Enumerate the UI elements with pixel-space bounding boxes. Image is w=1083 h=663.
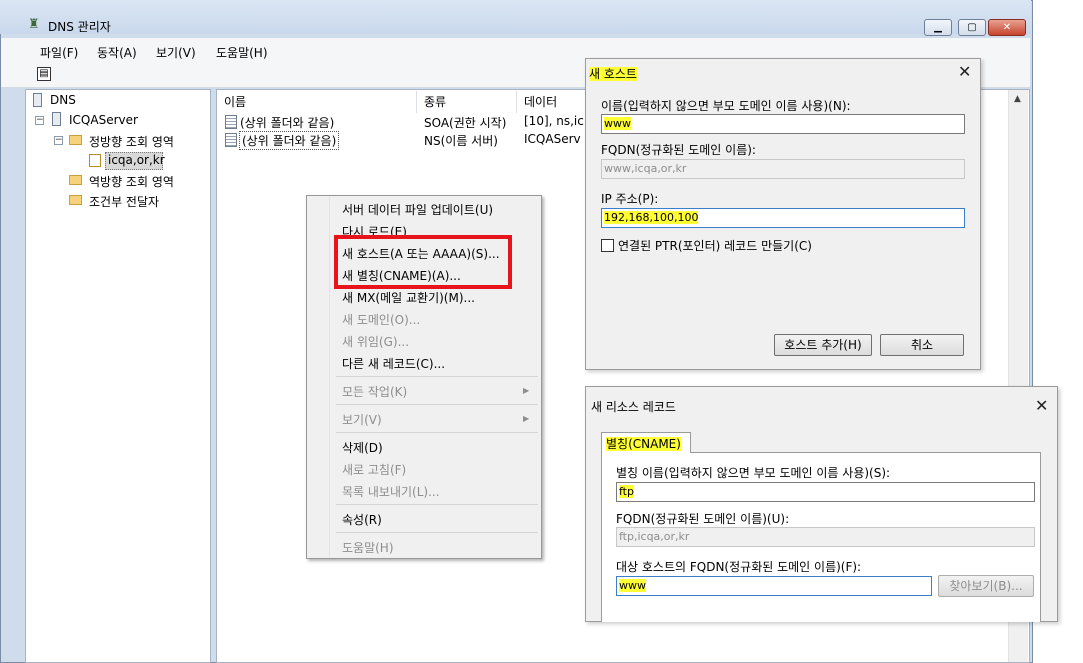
menu-separator xyxy=(336,376,538,377)
column-divider[interactable] xyxy=(516,91,517,113)
menu-refresh: 새로 고침(F) xyxy=(342,463,407,477)
record-icon xyxy=(225,133,237,147)
alias-fqdn-field: ftp,icqa,or,kr xyxy=(616,527,1035,547)
menu-all-tasks: 모든 작업(K) xyxy=(342,385,408,399)
scroll-up-icon[interactable]: ▲ xyxy=(1014,94,1021,104)
ip-address-input[interactable]: 192,168,100,100 xyxy=(601,208,965,228)
menu-new-mx[interactable]: 새 MX(메일 교환기)(M)... xyxy=(342,289,475,306)
collapse-icon[interactable]: − xyxy=(35,116,44,125)
folder-icon xyxy=(69,195,82,205)
record-name[interactable]: (상위 폴더와 같음) xyxy=(239,131,340,150)
submenu-arrow-icon: ▶ xyxy=(523,386,530,395)
menu-properties[interactable]: 속성(R) xyxy=(342,511,382,528)
tab-cname-label: 별칭(CNAME) xyxy=(606,435,681,452)
dialog-close-icon[interactable]: ✕ xyxy=(958,64,971,80)
tab-cname-text: 별칭(CNAME) xyxy=(606,437,681,451)
host-name-input[interactable]: www xyxy=(601,114,965,134)
window-title: DNS 관리자 xyxy=(48,20,111,34)
properties-icon[interactable]: ▤ xyxy=(37,67,51,81)
menu-export-list: 목록 내보내기(L)... xyxy=(342,485,440,499)
target-fqdn-value: www xyxy=(619,579,646,592)
ip-address-label: IP 주소(P): xyxy=(601,192,659,206)
record-data: ICQAServ xyxy=(524,132,581,146)
column-header-type[interactable]: 종류 xyxy=(424,93,446,110)
record-type: SOA(권한 시작) xyxy=(424,116,507,130)
column-header-name[interactable]: 이름 xyxy=(224,93,246,110)
target-fqdn-input[interactable]: www xyxy=(616,576,932,596)
alias-name-input[interactable]: ftp xyxy=(616,482,1035,502)
minimize-button[interactable]: ▁ xyxy=(924,19,952,36)
host-name-label: 이름(입력하지 않으면 부모 도메인 이름 사용)(N): xyxy=(601,99,851,113)
record-data: [10], ns,ic xyxy=(524,114,584,128)
menu-gutter xyxy=(329,197,330,557)
fqdn-field: www,icqa,or,kr xyxy=(601,159,965,179)
maximize-button[interactable]: ▢ xyxy=(958,19,986,36)
ip-address-value: 192,168,100,100 xyxy=(604,211,699,224)
close-button[interactable]: ✕ xyxy=(988,19,1026,36)
tree-node-forward-zone[interactable]: 정방향 조회 영역 xyxy=(89,133,174,150)
ptr-record-label[interactable]: 연결된 PTR(포인터) 레코드 만들기(C) xyxy=(618,237,812,254)
collapse-icon[interactable]: − xyxy=(54,136,63,145)
dns-root-icon xyxy=(33,93,42,107)
alias-name-label: 별칭 이름(입력하지 않으면 부모 도메인 이름 사용)(S): xyxy=(616,466,891,480)
menu-view[interactable]: 보기(V) xyxy=(156,44,196,61)
ptr-record-checkbox[interactable] xyxy=(601,239,614,252)
column-header-data[interactable]: 데이터 xyxy=(524,93,557,110)
tree-node-server[interactable]: ICQAServer xyxy=(69,113,138,127)
title-bar[interactable] xyxy=(0,0,1031,34)
record-name[interactable]: (상위 폴더와 같음) xyxy=(240,114,334,131)
tree-node-conditional-forwarders[interactable]: 조건부 전달자 xyxy=(89,193,159,210)
menu-separator xyxy=(336,404,538,405)
menu-new-domain: 새 도메인(O)... xyxy=(342,313,421,327)
annotation-highlight-box xyxy=(334,235,512,289)
menu-separator xyxy=(336,504,538,505)
dialog-close-icon[interactable]: ✕ xyxy=(1035,398,1048,414)
dialog-title: 새 호스트 xyxy=(589,65,637,82)
menu-help: 도움말(H) xyxy=(342,541,394,555)
fqdn-label: FQDN(정규화된 도메인 이름): xyxy=(601,143,756,157)
alias-name-value: ftp xyxy=(619,485,634,498)
menu-update-server-data-file[interactable]: 서버 데이터 파일 업데이트(U) xyxy=(342,201,493,218)
record-icon xyxy=(225,115,237,129)
tree-node-dns[interactable]: DNS xyxy=(50,93,76,107)
target-fqdn-label: 대상 호스트의 FQDN(정규화된 도메인 이름)(F): xyxy=(616,560,862,574)
column-divider[interactable] xyxy=(416,91,417,113)
menu-action[interactable]: 동작(A) xyxy=(97,44,137,61)
submenu-arrow-icon: ▶ xyxy=(523,414,530,423)
dialog-title-text: 새 호스트 xyxy=(589,67,637,81)
tree-node-reverse-zone[interactable]: 역방향 조회 영역 xyxy=(89,173,174,190)
host-name-value: www xyxy=(604,117,631,130)
menu-view: 보기(V) xyxy=(342,413,382,427)
menu-file[interactable]: 파일(F) xyxy=(40,44,78,61)
tree-node-zone[interactable]: icqa,or,kr xyxy=(108,153,165,167)
menu-new-delegation: 새 위임(G)... xyxy=(342,335,410,349)
zone-icon xyxy=(89,154,101,167)
menu-separator xyxy=(336,432,538,433)
alias-fqdn-label: FQDN(정규화된 도메인 이름)(U): xyxy=(616,512,790,526)
menu-help[interactable]: 도움말(H) xyxy=(216,44,268,61)
dns-app-icon: ♜ xyxy=(28,17,40,32)
browse-button[interactable]: 찾아보기(B)... xyxy=(938,575,1034,597)
folder-icon xyxy=(69,135,82,145)
dialog-title: 새 리소스 레코드 xyxy=(591,400,676,414)
folder-icon xyxy=(69,175,82,185)
cancel-button[interactable]: 취소 xyxy=(880,334,964,356)
menu-delete[interactable]: 삭제(D) xyxy=(342,439,383,456)
add-host-button[interactable]: 호스트 추가(H) xyxy=(774,334,872,356)
record-type: NS(이름 서버) xyxy=(424,134,498,148)
menu-separator xyxy=(336,532,538,533)
menu-other-new-records[interactable]: 다른 새 레코드(C)... xyxy=(342,355,445,372)
server-icon xyxy=(52,112,61,126)
